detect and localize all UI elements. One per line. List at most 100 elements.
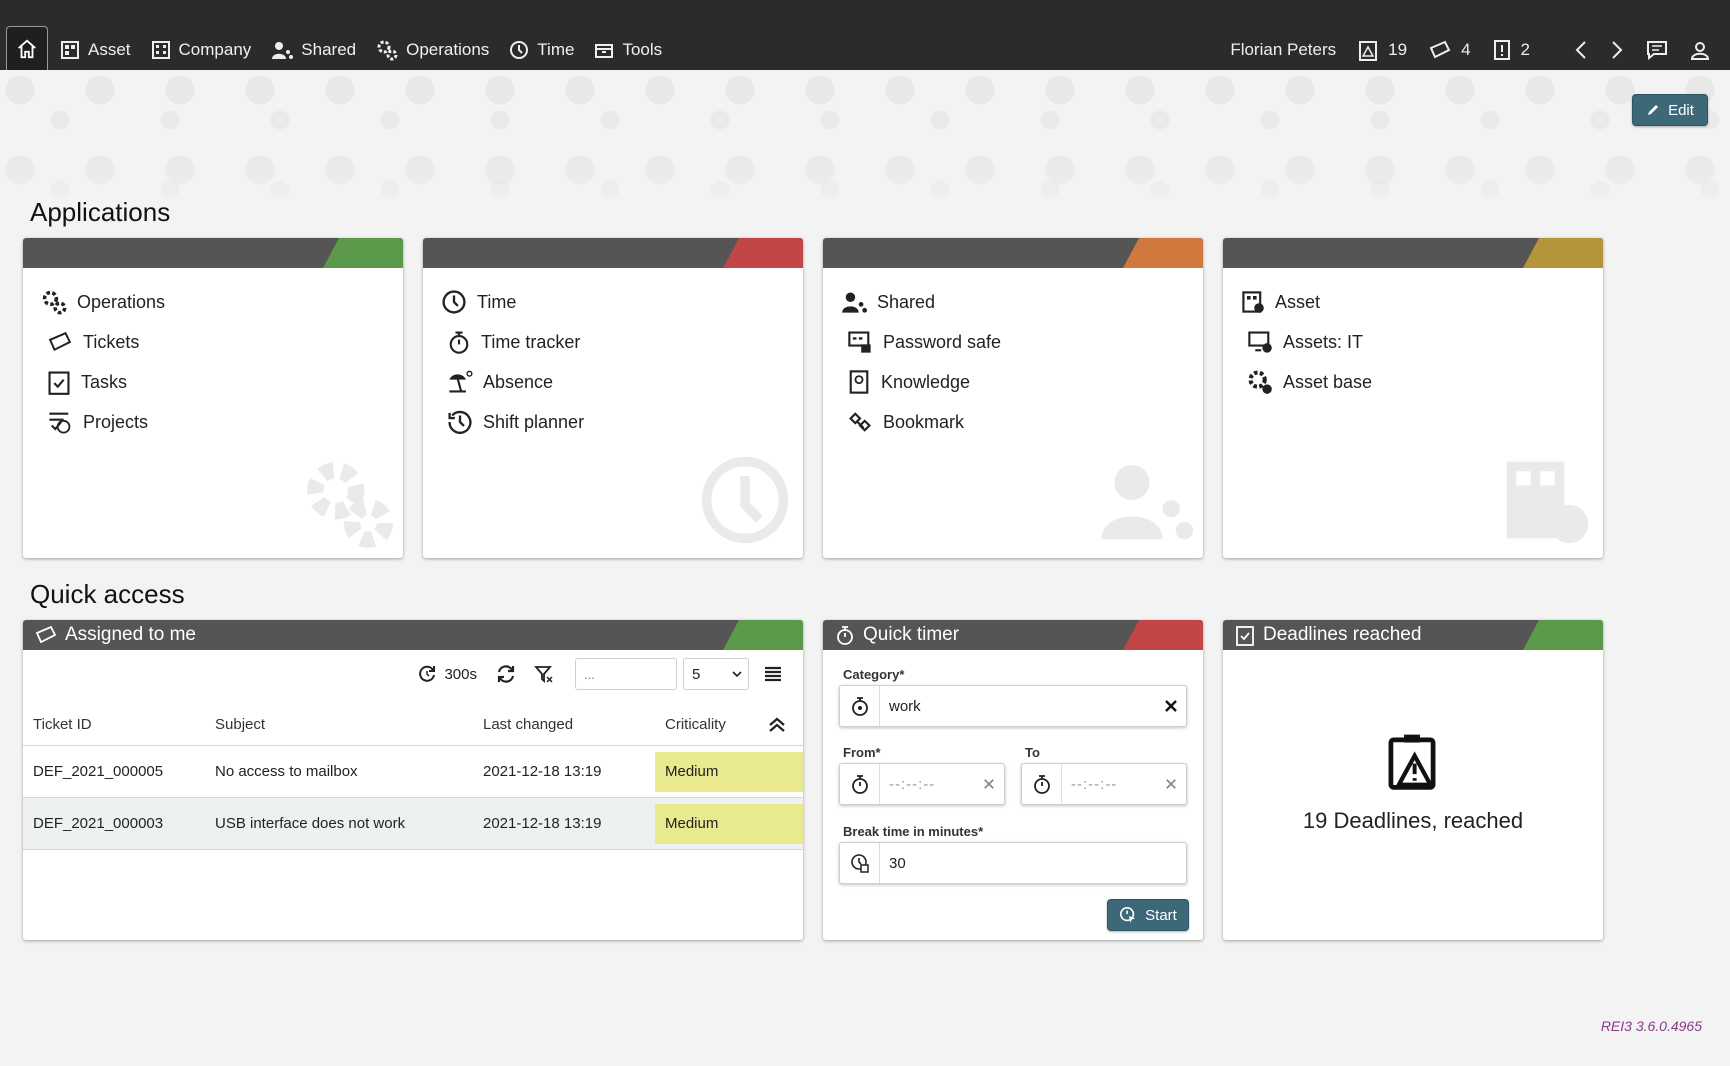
asset-grid-icon: [61, 41, 79, 59]
version-label: REI3 3.6.0.4965: [1600, 1018, 1702, 1034]
nav-tools-label: Tools: [622, 40, 663, 59]
table-row[interactable]: DEF_2021_000005 No access to mailbox 202…: [23, 746, 803, 798]
clear-category-button[interactable]: [1156, 699, 1186, 713]
list-options-button[interactable]: [763, 664, 789, 684]
card-header: Assigned to me: [23, 620, 803, 650]
app-assets-it[interactable]: Assets: IT: [1241, 322, 1603, 362]
app-password-safe[interactable]: Password safe: [841, 322, 1203, 362]
app-time[interactable]: Time: [441, 282, 803, 322]
applications-title: Applications: [30, 197, 171, 227]
tickets-counter[interactable]: 4: [1429, 40, 1471, 60]
break-clock-icon: [850, 854, 869, 873]
card-accent-stripe: [1523, 620, 1603, 650]
nav-shared[interactable]: Shared: [271, 40, 356, 60]
home-button[interactable]: [6, 26, 48, 70]
history-clock-icon: [448, 410, 472, 434]
list-toolbar: 300s 5: [404, 658, 789, 690]
table-row[interactable]: DEF_2021_000003 USB interface does not w…: [23, 798, 803, 850]
from-time-field[interactable]: --:--:--: [839, 763, 1005, 805]
clear-from-button[interactable]: [974, 778, 1004, 790]
projects-icon: [49, 412, 71, 434]
card-header: [423, 238, 803, 268]
search-input[interactable]: [575, 658, 677, 690]
filter-icon: [534, 666, 553, 684]
app-asset-base-label: Asset base: [1283, 371, 1373, 392]
gears-icon: [42, 290, 67, 315]
nav-asset[interactable]: Asset: [60, 40, 131, 60]
app-shared[interactable]: Shared: [841, 282, 1203, 322]
ticket-icon: [35, 625, 57, 644]
tasks-count: 2: [1520, 40, 1530, 59]
clear-to-button[interactable]: [1156, 778, 1186, 790]
stopwatch-icon: [1033, 775, 1050, 794]
app-time-tracker[interactable]: Time tracker: [441, 322, 803, 362]
tasks-counter[interactable]: 2: [1493, 39, 1530, 61]
nav-asset-label: Asset: [88, 40, 131, 59]
col-subject[interactable]: Subject: [213, 716, 481, 733]
card-accent-stripe: [1123, 238, 1203, 268]
home-icon: [18, 39, 36, 58]
nav-operations-label: Operations: [406, 40, 490, 59]
nav-operations[interactable]: Operations: [376, 39, 489, 61]
deadlines-widget: Deadlines reached 19 Deadlines, reached: [1223, 620, 1603, 940]
card-accent-stripe: [1123, 620, 1203, 650]
app-absence[interactable]: Absence: [441, 362, 803, 402]
ticket-criticality: Medium: [655, 751, 803, 792]
feedback-button[interactable]: [1646, 40, 1668, 60]
table-header: Ticket ID Subject Last changed Criticali…: [23, 704, 803, 746]
app-tasks-label: Tasks: [81, 371, 128, 392]
forward-button[interactable]: [1610, 40, 1624, 60]
book-icon: [849, 370, 869, 394]
card-header: [1223, 238, 1603, 268]
app-shift-planner[interactable]: Shift planner: [441, 402, 803, 442]
deadlines-summary[interactable]: 19 Deadlines, reached: [1223, 808, 1603, 834]
category-stopwatch-icon: [851, 697, 868, 716]
break-time-field[interactable]: 30: [839, 842, 1187, 884]
nav-time[interactable]: Time: [509, 40, 574, 60]
auto-refresh-button[interactable]: 300s: [416, 664, 477, 684]
nav-tools[interactable]: Tools: [594, 40, 662, 60]
quick-timer-title: Quick timer: [863, 624, 960, 645]
clock-watermark-icon: [701, 456, 789, 544]
page-size-select[interactable]: 5: [683, 658, 749, 690]
app-projects[interactable]: Projects: [41, 402, 403, 442]
app-bookmark[interactable]: Bookmark: [841, 402, 1203, 442]
user-name[interactable]: Florian Peters: [1230, 40, 1336, 60]
background-pattern: [0, 70, 1730, 230]
nav-company[interactable]: Company: [151, 40, 252, 60]
app-asset-base[interactable]: Asset base: [1241, 362, 1603, 402]
ticket-icon: [48, 331, 72, 352]
start-timer-icon: [1120, 906, 1136, 924]
col-criticality-header[interactable]: Criticality: [655, 704, 803, 745]
nav-company-label: Company: [178, 40, 252, 59]
edit-button[interactable]: Edit: [1632, 94, 1708, 126]
col-last-changed[interactable]: Last changed: [481, 716, 655, 733]
sort-up-icon: [769, 717, 785, 732]
app-tasks[interactable]: Tasks: [41, 362, 403, 402]
to-time-field[interactable]: --:--:--: [1021, 763, 1187, 805]
app-card-operations: Operations Tickets Tasks Projects: [23, 238, 403, 558]
shared-user-icon: [842, 292, 867, 313]
app-tickets[interactable]: Tickets: [41, 322, 403, 362]
refresh-button[interactable]: [495, 664, 523, 684]
back-button[interactable]: [1574, 40, 1588, 60]
deadlines-counter[interactable]: 19: [1358, 39, 1407, 61]
list-menu-icon: [765, 666, 781, 682]
app-asset[interactable]: Asset: [1241, 282, 1603, 322]
col-ticket-id[interactable]: Ticket ID: [23, 716, 213, 733]
app-operations[interactable]: Operations: [41, 282, 403, 322]
refresh-timer-icon: [419, 665, 436, 682]
gears-icon: [377, 40, 398, 61]
link-icon: [849, 412, 871, 432]
ticket-subject: No access to mailbox: [215, 763, 358, 780]
tickets-table: Ticket ID Subject Last changed Criticali…: [23, 704, 803, 850]
clipboard-warning-icon: [1359, 41, 1378, 61]
account-button[interactable]: [1690, 40, 1710, 60]
clock-icon: [442, 290, 466, 314]
filter-button[interactable]: [533, 664, 561, 684]
category-value: work: [889, 697, 921, 715]
assigned-to-me-widget: Assigned to me 300s 5 Ticket ID Subject …: [23, 620, 803, 940]
start-timer-button[interactable]: Start: [1107, 899, 1189, 931]
app-knowledge[interactable]: Knowledge: [841, 362, 1203, 402]
category-field[interactable]: work: [839, 685, 1187, 727]
